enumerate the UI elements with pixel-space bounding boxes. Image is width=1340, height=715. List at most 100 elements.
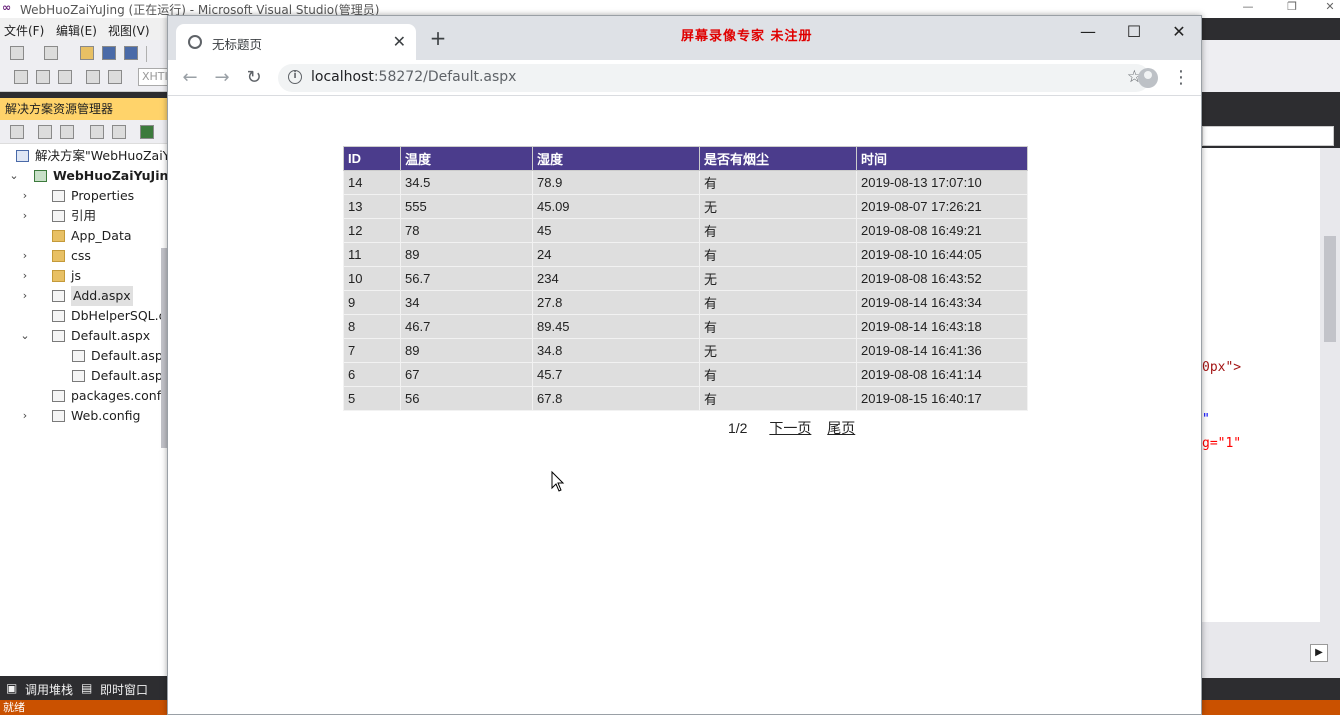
menu-file[interactable]: 文件(F): [4, 22, 44, 39]
tree-item[interactable]: › 引用: [0, 206, 167, 226]
show-all-files-icon[interactable]: [38, 125, 52, 139]
table-cell: 8: [343, 314, 401, 339]
header-time: 时间: [856, 146, 1028, 171]
expand-arrow-icon[interactable]: ›: [19, 246, 31, 266]
table-row: 7 89 34.8 无 2019-08-14 16:41:36: [343, 338, 1028, 363]
xhtml-validation-combo[interactable]: XHTI: [138, 68, 168, 86]
scroll-right-icon[interactable]: ▶: [1310, 644, 1328, 662]
tree-item[interactable]: › Web.config: [0, 406, 167, 426]
tree-item[interactable]: › js: [0, 266, 167, 286]
browser-toolbar: ← → ↻ i localhost:58272/Default.aspx ☆ ⋮: [168, 60, 1201, 96]
back-arrow-icon[interactable]: ←: [178, 66, 202, 90]
table-cell: 2019-08-14 16:43:34: [856, 290, 1028, 315]
tab-call-stack[interactable]: 调用堆栈: [25, 681, 73, 698]
tree-item-label: Default.aspx: [91, 368, 168, 383]
expand-arrow-icon[interactable]: ›: [19, 206, 31, 226]
reload-icon[interactable]: ↻: [242, 66, 266, 90]
save-all-icon[interactable]: [124, 46, 138, 60]
table-cell: 78: [400, 218, 533, 243]
maximize-icon[interactable]: ☐: [1119, 22, 1149, 42]
new-tab-icon[interactable]: +: [428, 28, 448, 48]
outdent-icon[interactable]: [36, 70, 50, 84]
add-item-icon[interactable]: [44, 46, 58, 60]
expand-arrow-icon[interactable]: ›: [19, 286, 31, 306]
vs-close-icon[interactable]: ✕: [1320, 0, 1340, 14]
table-cell: 11: [343, 242, 401, 267]
tree-item[interactable]: Default.aspx: [0, 366, 168, 386]
minimize-icon[interactable]: —: [1073, 22, 1103, 42]
profile-avatar-icon[interactable]: [1138, 68, 1158, 88]
tree-item[interactable]: App_Data: [0, 226, 167, 246]
indent-icon[interactable]: [14, 70, 28, 84]
more-menu-icon[interactable]: ⋮: [1172, 66, 1190, 90]
forward-arrow-icon[interactable]: →: [210, 66, 234, 90]
collapse-arrow-icon[interactable]: ⌄: [19, 326, 31, 346]
close-window-icon[interactable]: ✕: [1164, 22, 1194, 42]
view-designer-icon[interactable]: [112, 125, 126, 139]
tree-item[interactable]: › Properties: [0, 186, 167, 206]
tree-item[interactable]: › Add.aspx: [0, 286, 167, 306]
table-cell: 2019-08-10 16:44:05: [856, 242, 1028, 267]
table-cell: 2019-08-07 17:26:21: [856, 194, 1028, 219]
tree-item[interactable]: Default.aspx: [0, 346, 168, 366]
menu-view[interactable]: 视图(V): [108, 22, 150, 39]
tab-immediate-window[interactable]: 即时窗口: [100, 681, 148, 698]
refresh-icon[interactable]: [60, 125, 74, 139]
toolbar-separator: [146, 46, 147, 62]
table-cell: 5: [343, 386, 401, 411]
browser-tab[interactable]: 无标题页 ✕: [176, 24, 416, 60]
tree-item[interactable]: DbHelperSQL.c: [0, 306, 167, 326]
tree-item-label: packages.confi: [71, 388, 165, 403]
table-cell: 555: [400, 194, 533, 219]
tree-item[interactable]: ⌄ Default.aspx: [0, 326, 167, 346]
tree-item-label: Default.aspx: [91, 348, 168, 363]
code-editor[interactable]: 0px"> " g="1": [1202, 148, 1320, 622]
member-dropdown[interactable]: [1202, 126, 1334, 146]
tree-item-label: Web.config: [71, 408, 141, 423]
table-cell: 234: [532, 266, 700, 291]
properties-tool-icon[interactable]: [10, 125, 24, 139]
outdent-more-icon[interactable]: [58, 70, 72, 84]
folder-icon: [52, 250, 65, 262]
table-cell: 无: [699, 194, 857, 219]
table-cell: 7: [343, 338, 401, 363]
uncomment-icon[interactable]: [108, 70, 122, 84]
comment-icon[interactable]: [86, 70, 100, 84]
open-folder-icon[interactable]: [80, 46, 94, 60]
expand-arrow-icon[interactable]: ›: [19, 186, 31, 206]
header-humidity: 湿度: [532, 146, 700, 171]
visual-studio-logo-icon: ∞: [2, 1, 12, 14]
tab-close-icon[interactable]: ✕: [393, 32, 406, 51]
tab-title: 无标题页: [212, 37, 263, 52]
new-project-icon[interactable]: [10, 46, 24, 60]
table-cell: 34.8: [532, 338, 700, 363]
tree-item[interactable]: 解决方案"WebHuoZaiYu: [0, 146, 168, 166]
tree-item-label: App_Data: [71, 228, 132, 243]
tree-item-label: 解决方案"WebHuoZaiYu: [35, 148, 168, 163]
site-info-icon[interactable]: i: [288, 70, 302, 84]
expand-arrow-icon[interactable]: ›: [19, 266, 31, 286]
editor-horizontal-scrollbar[interactable]: ▶: [1202, 622, 1340, 678]
vs-restore-icon[interactable]: ❐: [1282, 0, 1302, 14]
save-icon[interactable]: [102, 46, 116, 60]
tree-item[interactable]: packages.confi: [0, 386, 167, 406]
tree-item-label: css: [71, 248, 91, 263]
view-code-icon[interactable]: [90, 125, 104, 139]
editor-scroll-thumb[interactable]: [1324, 236, 1336, 342]
menu-edit[interactable]: 编辑(E): [56, 22, 97, 39]
tree-item[interactable]: › css: [0, 246, 167, 266]
address-bar[interactable]: i localhost:58272/Default.aspx ☆: [278, 64, 1150, 92]
aspx-file-icon: [52, 330, 65, 342]
next-page-link[interactable]: 下一页: [769, 420, 811, 436]
expand-arrow-icon[interactable]: ›: [19, 406, 31, 426]
vs-minimize-icon[interactable]: —: [1238, 0, 1258, 14]
last-page-link[interactable]: 尾页: [827, 420, 855, 436]
collapse-arrow-icon[interactable]: ⌄: [8, 166, 20, 186]
table-cell: 有: [699, 362, 857, 387]
nest-related-files-icon[interactable]: [140, 125, 154, 139]
vs-toolbar: XHTI: [0, 40, 168, 92]
editor-vertical-scrollbar[interactable]: [1320, 148, 1340, 622]
tree-item[interactable]: ⌄ WebHuoZaiYuJing: [0, 166, 167, 186]
code-fragment: g="1": [1202, 436, 1242, 451]
table-cell: 2019-08-15 16:40:17: [856, 386, 1028, 411]
